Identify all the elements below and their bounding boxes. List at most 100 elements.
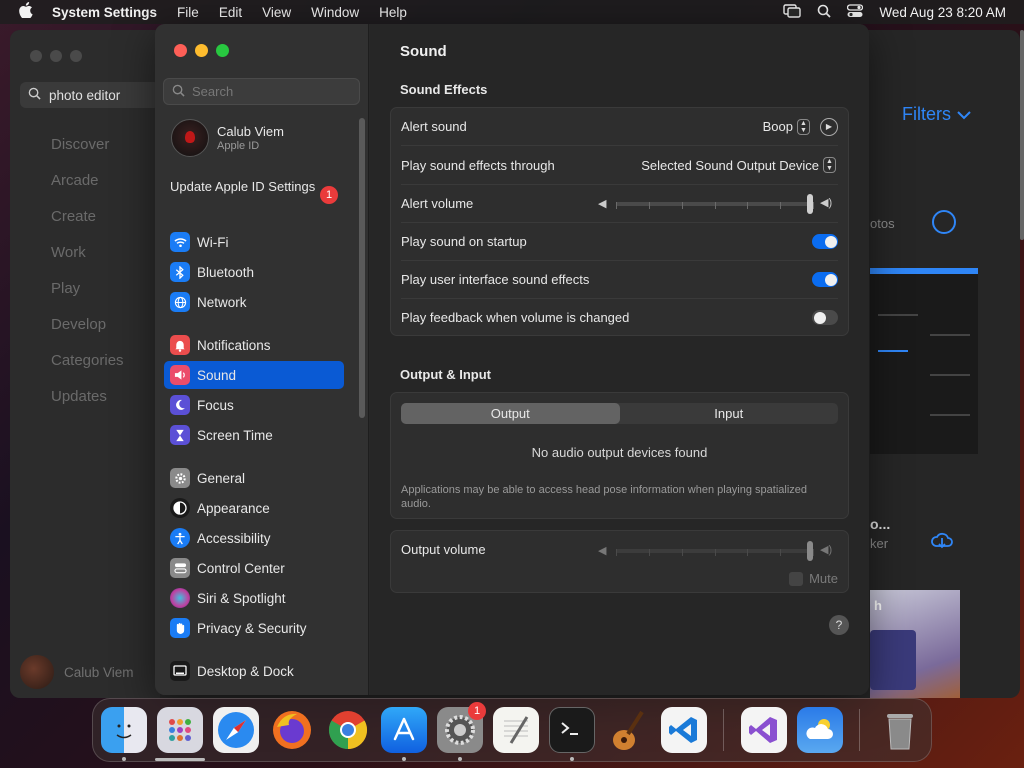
- sidebar-item-label: Privacy & Security: [197, 620, 307, 636]
- garageband-icon[interactable]: [605, 707, 651, 753]
- vscode-icon[interactable]: [661, 707, 707, 753]
- background-window-controls[interactable]: [30, 50, 82, 62]
- globe-icon: [170, 292, 190, 312]
- sidebar-item-control-center[interactable]: Control Center: [164, 554, 344, 582]
- search-input[interactable]: [192, 84, 352, 99]
- app-store-icon[interactable]: [381, 707, 427, 753]
- screen-mirroring-icon[interactable]: [783, 3, 802, 21]
- zoom-button[interactable]: [216, 44, 229, 57]
- safari-icon[interactable]: [213, 707, 259, 753]
- slider-tick: [747, 549, 748, 556]
- cloud-download-icon[interactable]: [930, 530, 954, 556]
- sidebar-item-label: Bluetooth: [197, 264, 255, 280]
- background-nav-develop[interactable]: Develop: [51, 316, 106, 333]
- menu-help[interactable]: Help: [379, 5, 407, 20]
- background-nav-play[interactable]: Play: [51, 280, 80, 297]
- avatar: [20, 655, 54, 689]
- tab-input[interactable]: Input: [620, 403, 839, 424]
- hourglass-icon: [170, 425, 190, 445]
- background-nav-work[interactable]: Work: [51, 244, 86, 261]
- background-nav-arcade[interactable]: Arcade: [51, 172, 99, 189]
- terminal-icon[interactable]: [549, 707, 595, 753]
- sidebar-item-focus[interactable]: Focus: [164, 391, 344, 419]
- gear-icon: [170, 468, 190, 488]
- ui-sounds-row: Play user interface sound effects: [391, 261, 848, 298]
- no-devices-message: No audio output devices found: [531, 445, 708, 460]
- visual-studio-icon[interactable]: [741, 707, 787, 753]
- dock-notification-badge: 1: [468, 702, 486, 720]
- output-volume-group: Output volume ◀ ◀) Mute: [390, 530, 849, 593]
- spotlight-search-icon[interactable]: [817, 4, 832, 21]
- chrome-icon[interactable]: [325, 707, 371, 753]
- apple-id-account[interactable]: Calub Viem Apple ID: [171, 119, 284, 157]
- control-center-icon[interactable]: [847, 3, 864, 21]
- output-volume-slider[interactable]: [616, 541, 814, 561]
- dock-scroll-indicator: [155, 758, 205, 761]
- background-app-thumbnail-2[interactable]: h: [870, 590, 960, 698]
- background-nav-updates[interactable]: Updates: [51, 388, 107, 405]
- launchpad-icon[interactable]: [157, 707, 203, 753]
- menu-app-name[interactable]: System Settings: [52, 5, 157, 20]
- menu-view[interactable]: View: [262, 5, 291, 20]
- textedit-icon[interactable]: [493, 707, 539, 753]
- menu-edit[interactable]: Edit: [219, 5, 242, 20]
- sound-effects-group: Alert sound Boop ▲ ▼ ▶ Play sound effects…: [390, 107, 849, 336]
- sidebar-item-wifi[interactable]: Wi-Fi: [164, 228, 344, 256]
- menu-clock[interactable]: Wed Aug 23 8:20 AM: [879, 5, 1006, 20]
- search-icon: [172, 84, 185, 100]
- mute-checkbox[interactable]: Mute: [789, 571, 838, 586]
- slider-tick: [649, 549, 650, 556]
- background-scrollbar[interactable]: [1020, 30, 1024, 240]
- firefox-icon[interactable]: [269, 707, 315, 753]
- bluetooth-icon: [170, 262, 190, 282]
- menu-window[interactable]: Window: [311, 5, 359, 20]
- sidebar-item-siri-spotlight[interactable]: Siri & Spotlight: [164, 584, 344, 612]
- search-icon: [28, 87, 41, 103]
- play-button[interactable]: ▶: [820, 117, 838, 136]
- sidebar-item-privacy-security[interactable]: Privacy & Security: [164, 614, 344, 642]
- trash-icon[interactable]: [877, 707, 923, 753]
- sidebar-item-sound[interactable]: Sound: [164, 361, 344, 389]
- sidebar-item-network[interactable]: Network: [164, 288, 344, 316]
- background-nav-create[interactable]: Create: [51, 208, 96, 225]
- filters-button[interactable]: Filters: [902, 104, 971, 125]
- window-controls: [174, 44, 229, 57]
- settings-search-field[interactable]: [163, 78, 360, 105]
- ui-sounds-toggle[interactable]: [812, 272, 838, 287]
- sidebar-item-notifications[interactable]: Notifications: [164, 331, 344, 359]
- page-title: Sound: [400, 43, 447, 60]
- alert-sound-popup[interactable]: Boop ▲ ▼: [763, 118, 810, 135]
- sidebar-item-appearance[interactable]: Appearance: [164, 494, 344, 522]
- sidebar-item-desktop-dock[interactable]: Desktop & Dock: [164, 657, 344, 685]
- update-apple-id-settings[interactable]: Update Apple ID Settings: [170, 179, 340, 195]
- startup-sound-toggle[interactable]: [812, 234, 838, 249]
- close-button[interactable]: [174, 44, 187, 57]
- user-name: Calub Viem: [217, 124, 284, 139]
- background-user-account[interactable]: Calub Viem: [20, 655, 134, 689]
- volume-feedback-toggle[interactable]: [812, 310, 838, 325]
- sidebar-item-bluetooth[interactable]: Bluetooth: [164, 258, 344, 286]
- background-search-input[interactable]: photo editor: [20, 82, 160, 108]
- minimize-button[interactable]: [195, 44, 208, 57]
- background-nav-categories[interactable]: Categories: [51, 352, 124, 369]
- sidebar-item-accessibility[interactable]: Accessibility: [164, 524, 344, 552]
- help-button[interactable]: ?: [829, 615, 849, 635]
- background-app-subtitle: ker: [870, 536, 889, 551]
- apple-menu-icon[interactable]: [0, 1, 52, 23]
- sidebar-item-general[interactable]: General: [164, 464, 344, 492]
- tab-output[interactable]: Output: [401, 403, 620, 424]
- moon-icon: [170, 395, 190, 415]
- sidebar-scrollbar[interactable]: [359, 118, 365, 418]
- play-through-popup[interactable]: Selected Sound Output Device ▲ ▼: [641, 157, 836, 173]
- background-user-name: Calub Viem: [64, 664, 134, 680]
- checkbox-box[interactable]: [789, 571, 804, 586]
- chevron-up-down-icon: ▲ ▼: [823, 157, 836, 173]
- alert-volume-slider[interactable]: [616, 194, 814, 214]
- menu-file[interactable]: File: [177, 5, 199, 20]
- finder-icon[interactable]: [101, 707, 147, 753]
- progress-ring-icon[interactable]: [932, 210, 956, 234]
- weather-icon[interactable]: [797, 707, 843, 753]
- background-nav-discover[interactable]: Discover: [51, 136, 109, 153]
- background-app-thumbnail[interactable]: [870, 268, 978, 454]
- sidebar-item-screen-time[interactable]: Screen Time: [164, 421, 344, 449]
